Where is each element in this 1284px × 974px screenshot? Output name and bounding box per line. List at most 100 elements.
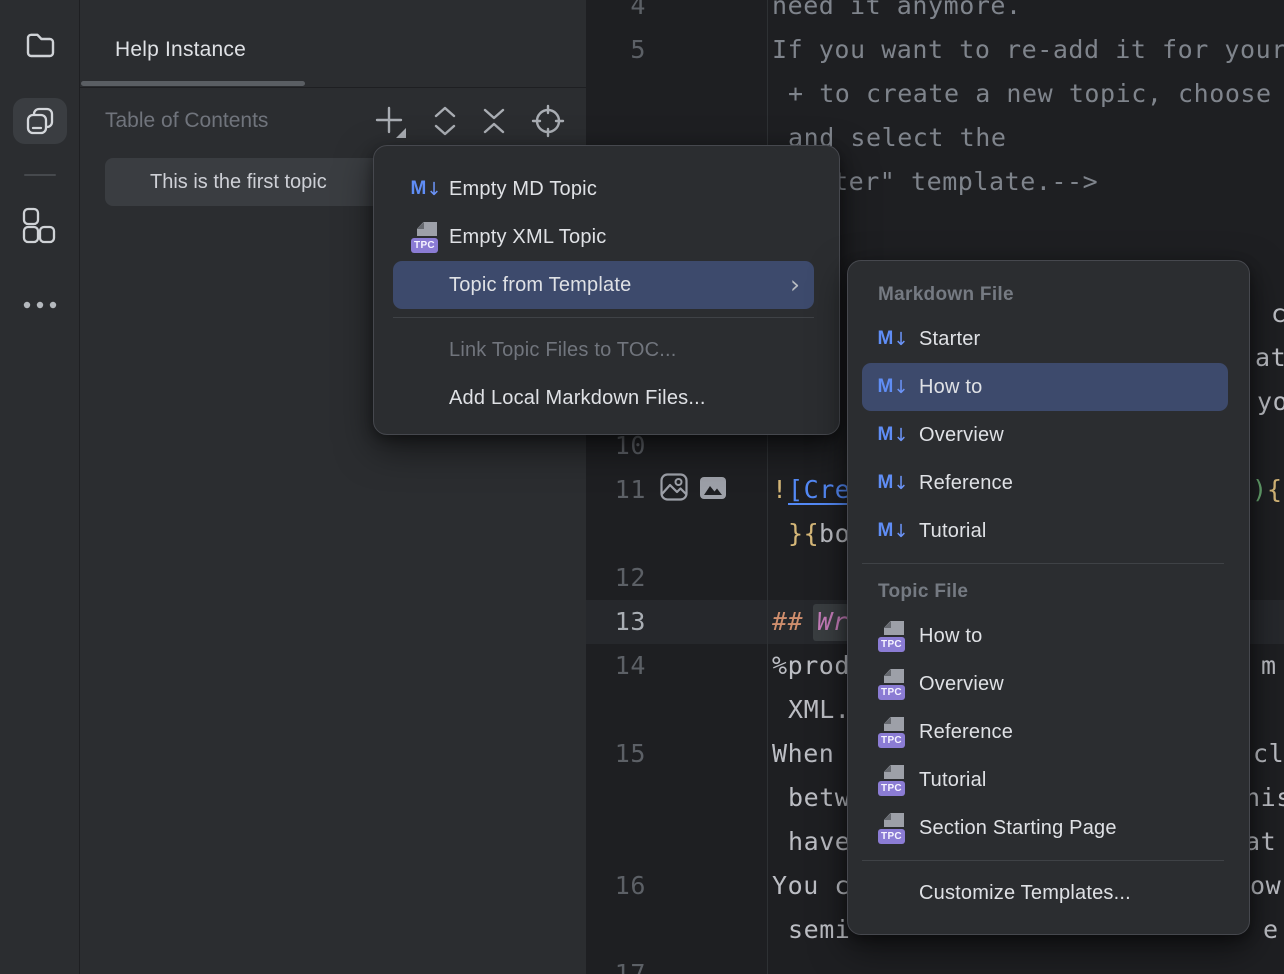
icon-slot — [411, 334, 441, 366]
code-run: [Cre — [788, 468, 850, 512]
submenu-item-overview[interactable]: M↓ Overview — [862, 411, 1228, 459]
plus-dropdown-icon[interactable] — [372, 102, 412, 144]
markdown-file-icon: M↓ — [878, 515, 908, 547]
icon-slot — [411, 269, 441, 301]
code-run: ow — [1250, 864, 1281, 908]
markdown-file-icon: M↓ — [878, 323, 908, 355]
line-number: 4 — [586, 0, 646, 28]
code-run: m — [1261, 644, 1277, 688]
submenu-item-starter[interactable]: M↓ Starter — [862, 315, 1228, 363]
menu-item-topic-from-template[interactable]: Topic from Template› — [393, 261, 814, 309]
topic-file-icon: TPC — [878, 668, 908, 700]
topic-file-icon: TPC — [878, 812, 908, 844]
line-number: 13 — [586, 600, 646, 644]
code-run: cl — [1253, 732, 1284, 776]
panel-tab-title[interactable]: Help Instance — [115, 38, 246, 62]
code-run: When — [772, 732, 850, 776]
code-run: his — [1245, 776, 1284, 820]
menu-item-label: Tutorial — [919, 520, 987, 543]
markdown-file-icon: M↓ — [878, 371, 908, 403]
submenu-section-header: Topic File — [848, 572, 1249, 612]
panel-header: Help Instance — [80, 0, 586, 88]
submenu-arrow-icon: › — [790, 275, 800, 295]
submenu-item-how-to[interactable]: TPC How to — [862, 612, 1228, 660]
menu-item-label: Overview — [919, 673, 1004, 696]
menu-item-empty-xml-topic[interactable]: TPC Empty XML Topic — [393, 213, 814, 261]
submenu-item-reference[interactable]: TPCReference — [862, 708, 1228, 756]
submenu-item-reference[interactable]: M↓ Reference — [862, 459, 1228, 507]
menu-item-link-topic-files-to-toc[interactable]: Link Topic Files to TOC... — [393, 326, 814, 374]
pages-icon — [25, 106, 55, 136]
menu-item-label: Customize Templates... — [919, 882, 1131, 905]
code-run: at — [1255, 336, 1284, 380]
new-topic-context-menu: M↓Empty MD Topic TPC Empty XML Topic Topic … — [373, 145, 840, 435]
menu-item-label: Add Local Markdown Files... — [449, 387, 706, 410]
tab-selection-indicator — [81, 81, 305, 86]
markdown-file-icon: M↓ — [878, 467, 908, 499]
rail-divider — [24, 174, 56, 176]
code-run: need it anymore. — [772, 0, 1022, 28]
menu-separator — [393, 317, 814, 318]
menu-item-add-local-markdown-files[interactable]: Add Local Markdown Files... — [393, 374, 814, 422]
code-run: Wr — [817, 600, 848, 644]
submenu-item-section-starting-page[interactable]: TPCSection Starting Page — [862, 804, 1228, 852]
image-thumbnail-icon[interactable] — [700, 477, 726, 499]
code-run: c — [1271, 292, 1284, 336]
menu-item-empty-md-topic[interactable]: M↓Empty MD Topic — [393, 165, 814, 213]
code-run: ter" template.--> — [833, 160, 1098, 204]
code-run: semi — [788, 908, 850, 952]
toc-tree-item[interactable]: This is the first topic — [105, 158, 397, 206]
target-icon[interactable] — [531, 104, 565, 138]
menu-separator — [862, 563, 1224, 564]
code-run: ## — [772, 600, 803, 644]
line-number: 14 — [586, 644, 646, 688]
markdown-file-icon: M↓ — [878, 419, 908, 451]
line-number: 12 — [586, 556, 646, 600]
code-run: ! — [772, 468, 788, 512]
code-run: ) — [1252, 468, 1268, 512]
code-run: XML. — [788, 688, 850, 732]
code-run: }{ — [788, 512, 819, 556]
topic-file-icon: TPC — [878, 764, 908, 796]
menu-item-label: How to — [919, 625, 982, 648]
menu-item-label: Link Topic Files to TOC... — [449, 339, 677, 362]
icon-slot — [411, 382, 441, 414]
topic-file-icon: TPC — [411, 221, 441, 253]
icon-slot — [878, 877, 908, 909]
menu-item-label: How to — [919, 376, 982, 399]
menu-separator — [862, 860, 1224, 861]
expand-icon[interactable] — [432, 104, 458, 138]
topic-file-icon: TPC — [878, 620, 908, 652]
toc-title: Table of Contents — [105, 109, 268, 133]
line-number: 16 — [586, 864, 646, 908]
line-number: 17 — [586, 952, 646, 974]
menu-item-label: Reference — [919, 472, 1013, 495]
submenu-item-tutorial[interactable]: M↓ Tutorial — [862, 507, 1228, 555]
line-number: 5 — [586, 28, 646, 72]
submenu-item-customize-templates[interactable]: Customize Templates... — [862, 869, 1228, 917]
submenu-item-overview[interactable]: TPC Overview — [862, 660, 1228, 708]
ellipsis-icon — [22, 299, 62, 311]
code-run: bo — [819, 512, 850, 556]
submenu-item-how-to[interactable]: M↓ How to — [862, 363, 1228, 411]
menu-item-label: Tutorial — [919, 769, 987, 792]
code-run: yo — [1257, 380, 1284, 424]
submenu-section-header: Markdown File — [848, 275, 1249, 315]
structure-icon — [22, 207, 56, 245]
menu-item-label: Overview — [919, 424, 1004, 447]
line-number: 11 — [586, 468, 646, 512]
application-window: Help Instance Table of Contents This is … — [0, 0, 1284, 974]
menu-item-label: Empty XML Topic — [449, 226, 607, 249]
collapse-icon[interactable] — [481, 106, 507, 136]
code-run: { — [1267, 468, 1283, 512]
submenu-item-tutorial[interactable]: TPC Tutorial — [862, 756, 1228, 804]
markdown-file-icon: M↓ — [411, 173, 441, 205]
menu-item-label: Starter — [919, 328, 980, 351]
code-run: If you want to re-add it for your — [772, 28, 1284, 72]
code-run: + to create a new topic, choose " — [788, 72, 1284, 116]
toc-tree-item-label: This is the first topic — [150, 158, 327, 206]
folder-icon[interactable] — [23, 28, 57, 62]
image-preview-icon[interactable] — [659, 472, 689, 502]
topic-file-icon: TPC — [878, 716, 908, 748]
line-number: 15 — [586, 732, 646, 776]
